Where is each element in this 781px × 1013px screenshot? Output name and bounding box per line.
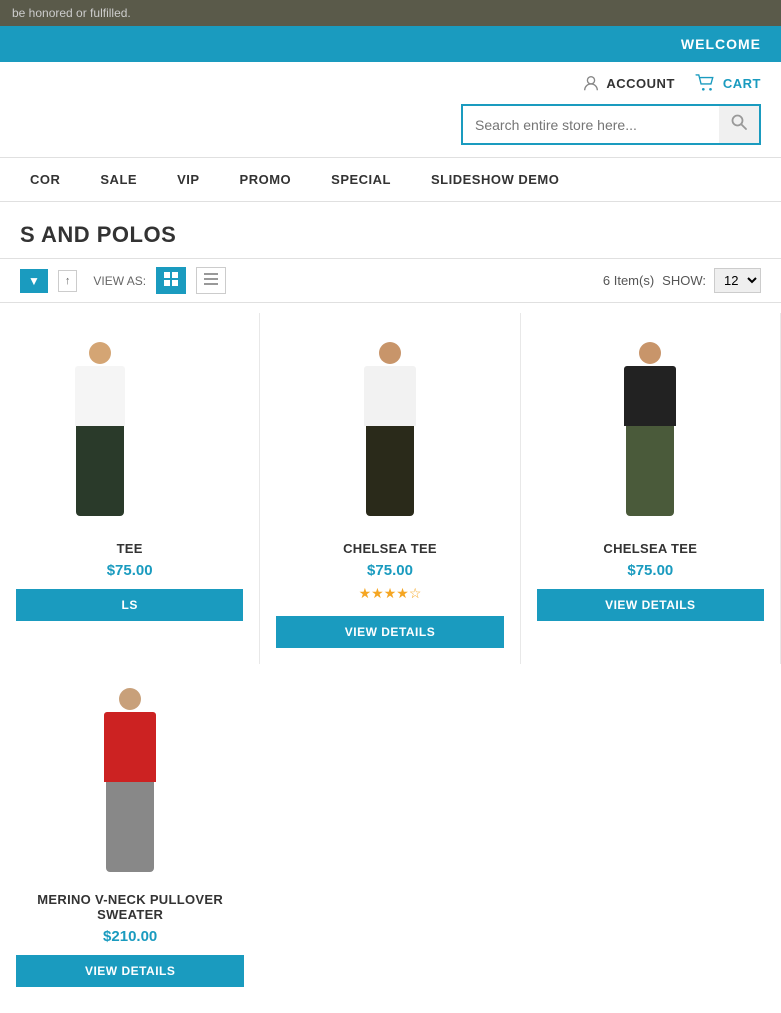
product-card-2: CHELSEA TEE $75.00 ★★★★☆ VIEW DETAILS [260, 313, 520, 664]
view-details-button-1[interactable]: LS [16, 589, 243, 621]
product-image-2 [276, 329, 503, 529]
show-select[interactable]: 12 24 36 [714, 268, 761, 293]
product-price-1: $75.00 [16, 562, 243, 579]
view-list-button[interactable] [196, 267, 226, 294]
product-card-4: MERINO V-NECK PULLOVER SWEATER $210.00 V… [0, 664, 260, 1003]
account-icon [582, 74, 600, 92]
person-head [89, 342, 111, 364]
welcome-text: WELCOME [681, 36, 761, 52]
account-label: ACCOUNT [606, 76, 675, 91]
cart-label: CART [723, 76, 761, 91]
search-button[interactable] [719, 106, 759, 143]
person-body [104, 712, 156, 782]
product-price-3: $75.00 [537, 562, 764, 579]
person-pants [626, 426, 674, 516]
nav-item-vip[interactable]: VIP [157, 158, 219, 201]
product-name-1: TEE [16, 541, 243, 556]
product-card-3: CHELSEA TEE $75.00 VIEW DETAILS [521, 313, 781, 664]
list-icon [204, 272, 218, 286]
product-rating-2: ★★★★☆ [276, 585, 503, 602]
sort-asc-button[interactable]: ↑ [58, 270, 78, 292]
nav-item-slideshow[interactable]: SLIDESHOW DEMO [411, 158, 579, 201]
person-figure-3 [624, 342, 676, 516]
product-price-2: $75.00 [276, 562, 503, 579]
main-nav: COR SALE VIP PROMO SPECIAL SLIDESHOW DEM… [0, 157, 781, 202]
product-image-3 [537, 329, 764, 529]
item-count: 6 Item(s) [603, 273, 654, 288]
cart-link[interactable]: CART [695, 74, 761, 92]
search-bar [461, 104, 761, 145]
product-name-3: CHELSEA TEE [537, 541, 764, 556]
sort-button[interactable]: ▼ [20, 269, 48, 293]
search-wrapper [0, 104, 781, 157]
nav-item-cor[interactable]: COR [10, 158, 80, 201]
nav-item-sale[interactable]: SALE [80, 158, 157, 201]
person-body [364, 366, 416, 426]
page-title-bar: S AND POLOS [0, 202, 781, 258]
person-figure-2 [364, 342, 416, 516]
account-link[interactable]: ACCOUNT [582, 74, 675, 92]
view-grid-button[interactable] [156, 267, 186, 294]
person-figure-4 [104, 688, 156, 872]
person-pants [76, 426, 124, 516]
products-grid: TEE $75.00 LS CHELSEA TEE $75.00 ★★★★☆ V… [0, 303, 781, 1013]
product-image-4 [16, 680, 244, 880]
toolbar: ▼ ↑ VIEW AS: 6 Item(s) SHOW: 12 24 36 [0, 258, 781, 303]
person-figure-1 [75, 342, 125, 516]
view-as-label: VIEW AS: [93, 274, 146, 288]
grid-icon [164, 272, 178, 286]
search-input[interactable] [463, 106, 719, 143]
person-head [639, 342, 661, 364]
nav-item-promo[interactable]: PROMO [220, 158, 312, 201]
product-price-4: $210.00 [16, 928, 244, 945]
product-card-1: TEE $75.00 LS [0, 313, 260, 664]
view-details-button-2[interactable]: VIEW DETAILS [276, 616, 503, 648]
view-details-button-3[interactable]: VIEW DETAILS [537, 589, 764, 621]
view-details-button-4[interactable]: VIEW DETAILS [16, 955, 244, 987]
person-head [379, 342, 401, 364]
cart-icon [695, 74, 717, 92]
product-image-1 [16, 329, 243, 529]
nav-item-special[interactable]: SPECIAL [311, 158, 411, 201]
header-actions: ACCOUNT CART [582, 74, 761, 92]
header: ACCOUNT CART [0, 62, 781, 104]
announcement-text: be honored or fulfilled. [12, 6, 131, 20]
product-name-2: CHELSEA TEE [276, 541, 503, 556]
product-name-4: MERINO V-NECK PULLOVER SWEATER [16, 892, 244, 922]
page-title: S AND POLOS [20, 222, 761, 248]
toolbar-right: 6 Item(s) SHOW: 12 24 36 [603, 268, 761, 293]
toolbar-left: ▼ ↑ VIEW AS: [20, 267, 226, 294]
person-pants [366, 426, 414, 516]
person-body [75, 366, 125, 426]
show-label: SHOW: [662, 273, 706, 288]
person-pants [106, 782, 154, 872]
welcome-bar: WELCOME [0, 26, 781, 62]
person-head [119, 688, 141, 710]
search-icon [731, 114, 747, 130]
announcement-bar: be honored or fulfilled. [0, 0, 781, 26]
person-body [624, 366, 676, 426]
